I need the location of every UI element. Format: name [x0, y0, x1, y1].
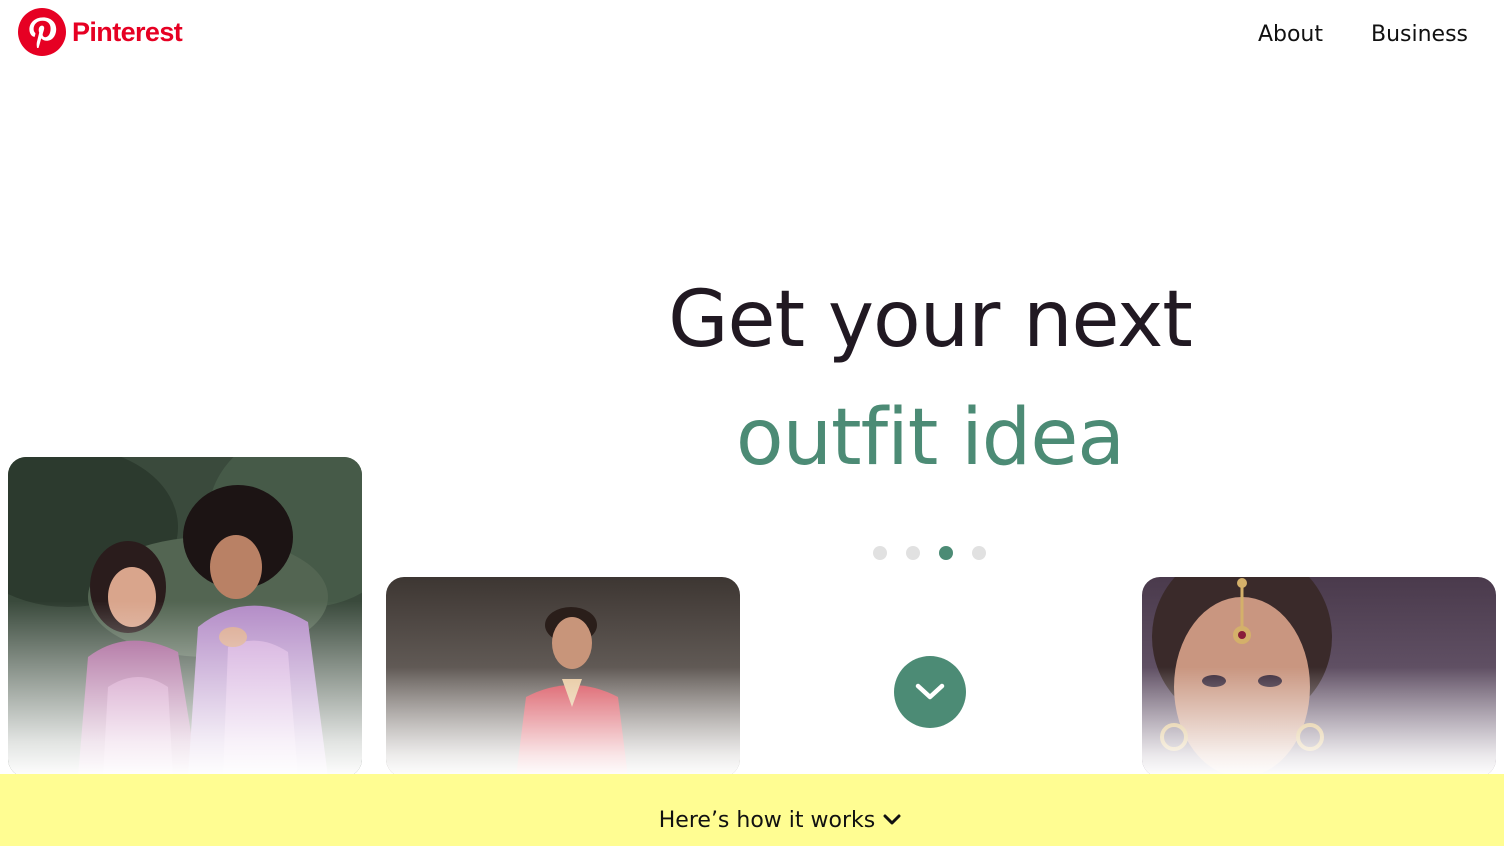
pinterest-wordmark: Pinterest [72, 16, 183, 47]
how-it-works-label: Here’s how it works [658, 807, 876, 833]
pinterest-logo[interactable]: Pinterest [18, 8, 183, 56]
scroll-down-button[interactable] [894, 656, 966, 728]
red-sherwani-photo [386, 577, 740, 777]
pin-card-couple[interactable] [8, 457, 362, 777]
page: Pinterest About Business Get your next o… [0, 0, 1504, 846]
carousel-dots [873, 546, 986, 560]
carousel-dot-4[interactable] [972, 546, 986, 560]
couple-photo [8, 457, 362, 777]
top-nav: About Business [1258, 18, 1468, 52]
chevron-down-icon [915, 683, 945, 700]
jewelry-photo [1142, 577, 1496, 777]
hero-headline: Get your next [668, 275, 1193, 365]
hero-subheadline: outfit idea [735, 393, 1125, 483]
chevron-down-icon [883, 814, 901, 825]
how-it-works-bar: Here’s how it works [0, 774, 1504, 846]
pin-card-red-sherwani[interactable] [386, 577, 740, 777]
pinterest-logo-icon [18, 8, 66, 56]
carousel-dot-2[interactable] [906, 546, 920, 560]
nav-business-link[interactable]: Business [1371, 18, 1468, 52]
how-it-works-link[interactable]: Here’s how it works [659, 808, 901, 833]
nav-about-link[interactable]: About [1258, 18, 1323, 52]
carousel-dot-3[interactable] [939, 546, 953, 560]
carousel-dot-1[interactable] [873, 546, 887, 560]
pin-card-jewelry[interactable] [1142, 577, 1496, 777]
